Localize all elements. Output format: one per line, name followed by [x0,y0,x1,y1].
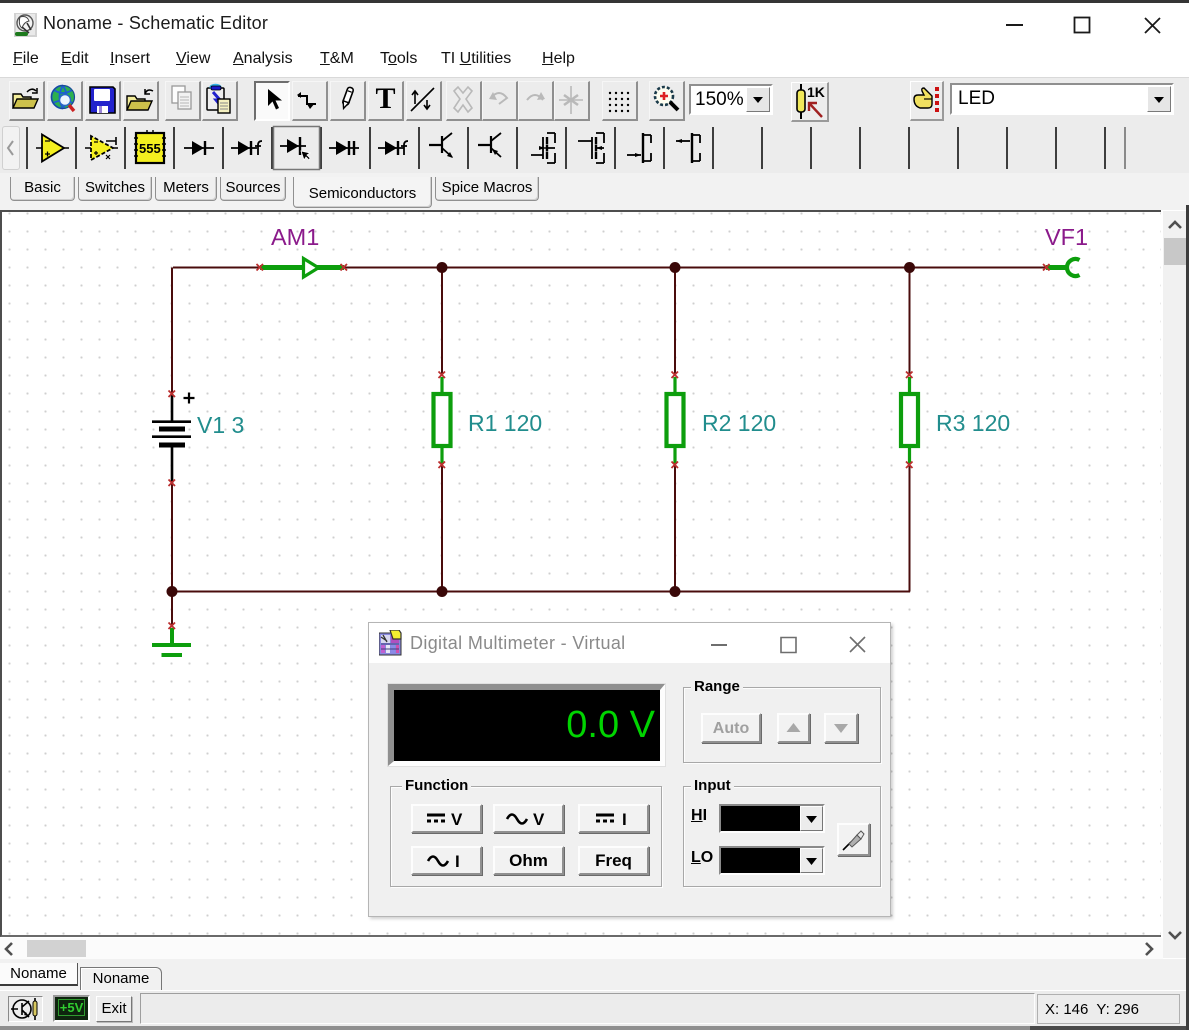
svg-text:R1 120: R1 120 [468,410,542,436]
svg-text:I: I [622,810,627,829]
svg-text:V: V [533,810,545,829]
svg-text:R2 120: R2 120 [702,410,776,436]
svg-text:R3 120: R3 120 [936,410,1010,436]
svg-text:VF1: VF1 [1045,224,1088,250]
svg-text:I: I [455,852,460,871]
svg-text:AM1: AM1 [271,224,319,250]
svg-text:V1 3: V1 3 [197,412,244,438]
svg-text:V: V [451,810,463,829]
